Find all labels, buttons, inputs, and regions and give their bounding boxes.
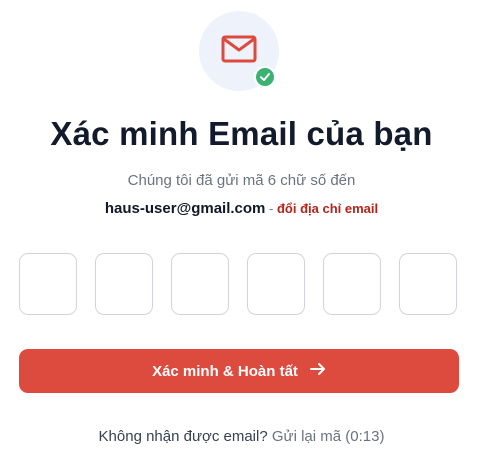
- email-line: haus-user@gmail.com - đổi địa chỉ email: [0, 200, 483, 217]
- otp-digit-6[interactable]: [399, 253, 457, 315]
- check-circle-icon: [254, 66, 276, 88]
- email-separator: -: [265, 201, 277, 216]
- otp-input-group: [19, 253, 460, 317]
- subtitle: Chúng tôi đã gửi mã 6 chữ số đến: [127, 172, 356, 189]
- otp-digit-3[interactable]: [171, 253, 229, 315]
- change-email-link[interactable]: đổi địa chỉ email: [277, 201, 378, 216]
- otp-digit-5[interactable]: [323, 253, 381, 315]
- resend-code-link[interactable]: Gửi lại mã (0:13): [272, 428, 385, 445]
- email-address: haus-user@gmail.com: [104, 200, 266, 217]
- resend-timer: (0:13): [345, 428, 385, 445]
- verify-submit-button[interactable]: Xác minh & Hoàn tất: [19, 349, 459, 393]
- otp-digit-1[interactable]: [19, 253, 77, 315]
- resend-action: Gửi lại mã: [271, 428, 342, 445]
- otp-digit-2[interactable]: [95, 253, 153, 315]
- verify-email-page: Xác minh Email của bạn Chúng tôi đã gửi …: [0, 0, 483, 474]
- verify-submit-label: Xác minh & Hoàn tất: [152, 362, 298, 380]
- arrow-right-icon: [309, 362, 326, 380]
- mail-icon: [221, 35, 257, 63]
- otp-digit-4[interactable]: [247, 253, 305, 315]
- header-icon-circle: [199, 11, 279, 91]
- resend-prompt: Không nhận được email?: [98, 428, 268, 445]
- page-title: Xác minh Email của bạn: [50, 115, 433, 152]
- resend-line: Không nhận được email? Gửi lại mã (0:13): [0, 428, 483, 445]
